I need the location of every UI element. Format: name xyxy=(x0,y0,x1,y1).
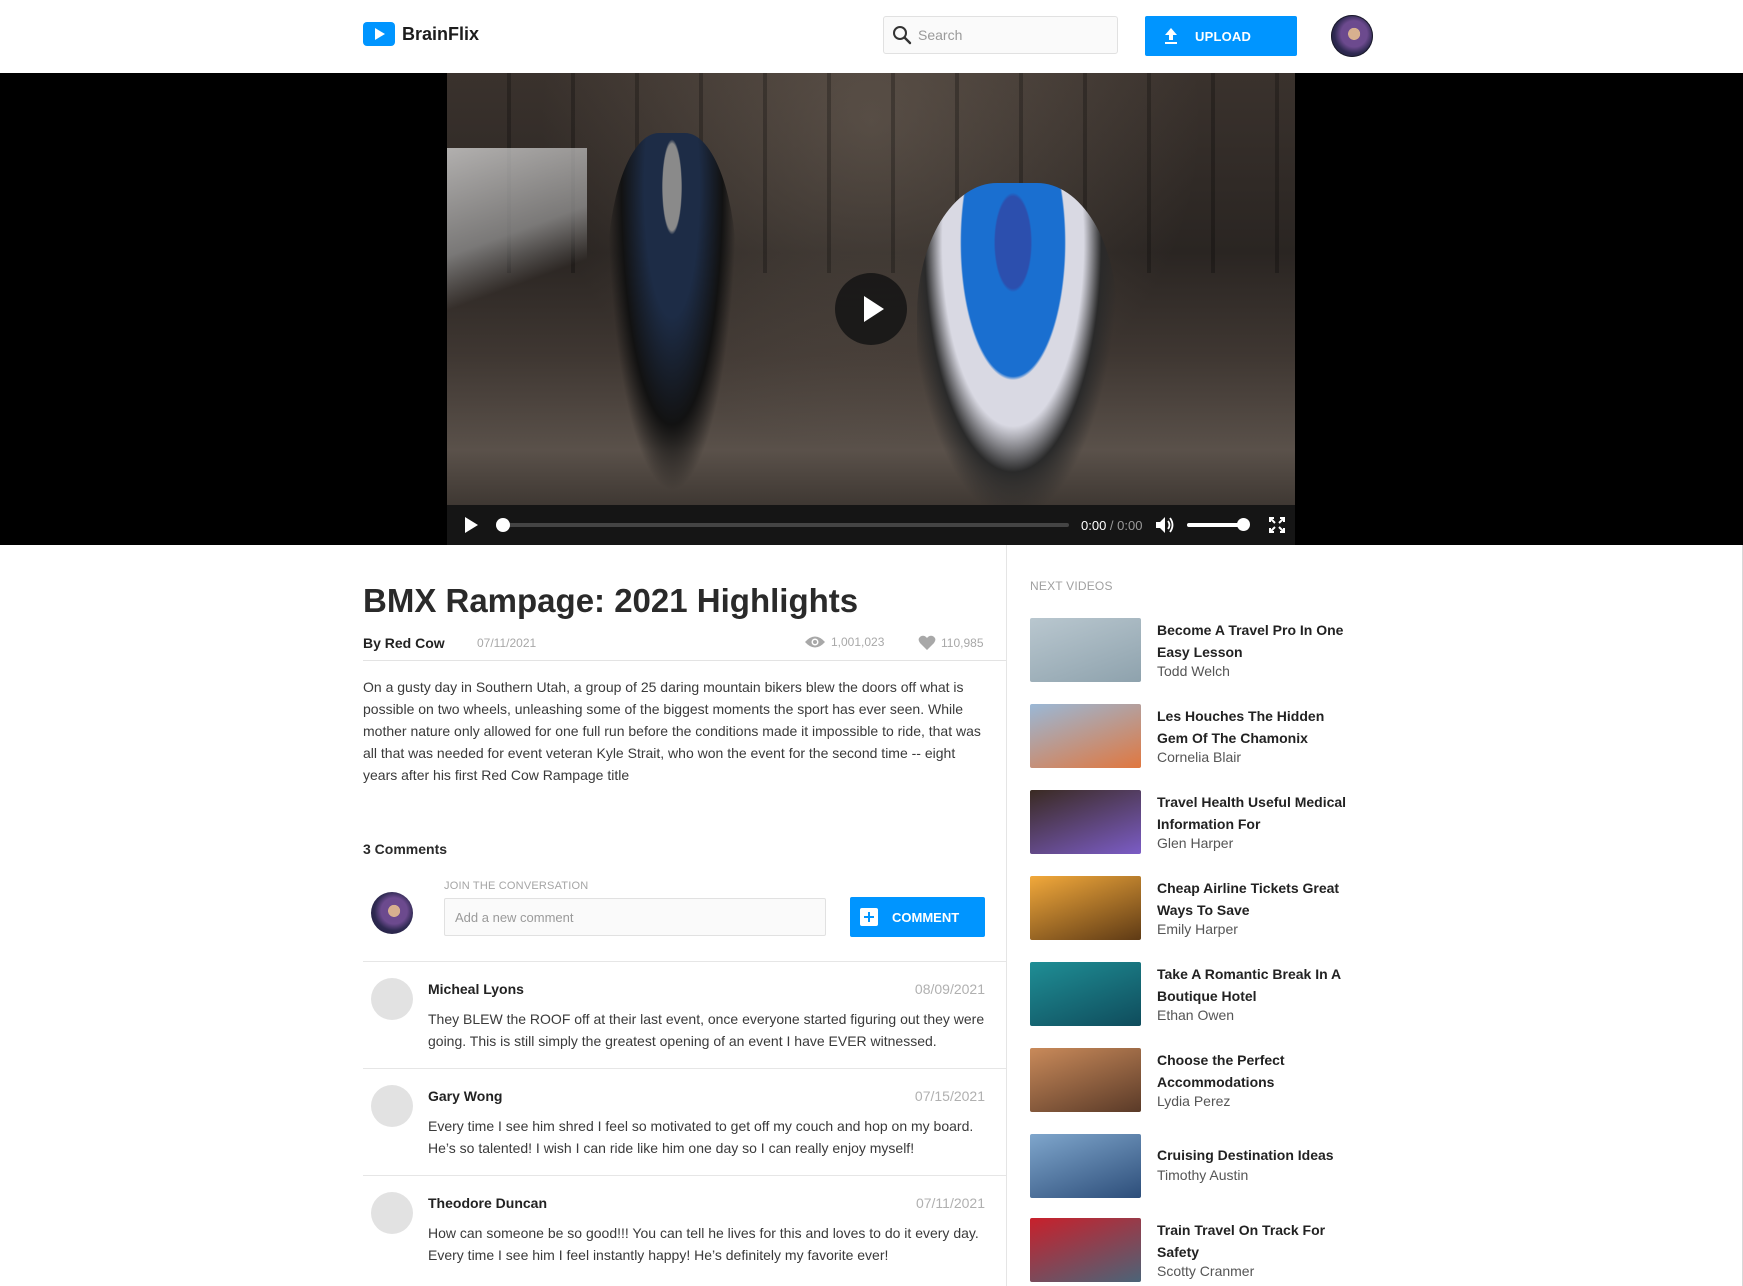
video-frame-ramp xyxy=(447,148,587,368)
next-video-title[interactable]: Train Travel On Track For Safety xyxy=(1157,1219,1347,1263)
fullscreen-icon[interactable] xyxy=(1269,517,1285,533)
video-player[interactable]: 0:00 / 0:00 xyxy=(447,73,1295,545)
next-videos-heading: NEXT VIDEOS xyxy=(1030,579,1113,593)
video-date: 07/11/2021 xyxy=(477,636,537,650)
time-display: 0:00 / 0:00 xyxy=(1081,518,1151,533)
commenter-avatar xyxy=(371,1085,413,1127)
next-video-author: Ethan Owen xyxy=(1157,1007,1235,1023)
next-video-item[interactable]: Train Travel On Track For Safety Scotty … xyxy=(1030,1218,1350,1284)
next-video-author: Glen Harper xyxy=(1157,835,1234,851)
commenter-avatar xyxy=(371,1192,413,1234)
play-icon[interactable] xyxy=(465,517,479,533)
upload-icon xyxy=(1165,28,1177,44)
next-video-item[interactable]: Take A Romantic Break In A Boutique Hote… xyxy=(1030,962,1350,1028)
video-thumbnail[interactable] xyxy=(1030,618,1141,682)
next-video-title[interactable]: Become A Travel Pro In One Easy Lesson xyxy=(1157,619,1347,663)
video-thumbnail[interactable] xyxy=(1030,1134,1141,1198)
video-thumbnail[interactable] xyxy=(1030,790,1141,854)
search-icon xyxy=(893,26,912,45)
time-duration: 0:00 xyxy=(1117,517,1143,533)
next-video-title[interactable]: Cruising Destination Ideas xyxy=(1157,1144,1347,1166)
progress-bar[interactable] xyxy=(496,518,1069,532)
views-count: 1,001,023 xyxy=(804,635,884,649)
commenter-avatar xyxy=(371,978,413,1020)
commenter-name: Micheal Lyons xyxy=(428,981,524,997)
big-play-button[interactable] xyxy=(835,273,907,345)
video-description: On a gusty day in Southern Utah, a group… xyxy=(363,679,981,783)
comment-item: Theodore Duncan 07/11/2021 How can someo… xyxy=(363,1175,1006,1282)
video-thumbnail[interactable] xyxy=(1030,876,1141,940)
time-current: 0:00 xyxy=(1081,517,1107,533)
site-header: BrainFlix UPLOAD xyxy=(0,0,1743,73)
next-video-title[interactable]: Cheap Airline Tickets Great Ways To Save xyxy=(1157,877,1347,921)
commenter-name: Gary Wong xyxy=(428,1088,503,1104)
video-title: BMX Rampage: 2021 Highlights xyxy=(363,582,859,619)
next-video-author: Emily Harper xyxy=(1157,921,1238,937)
video-thumbnail[interactable] xyxy=(1030,704,1141,768)
column-divider xyxy=(1006,545,1007,1286)
comment-button[interactable]: COMMENT xyxy=(850,897,985,937)
next-video-title[interactable]: Les Houches The Hidden Gem Of The Chamon… xyxy=(1157,705,1347,749)
commenter-name: Theodore Duncan xyxy=(428,1195,548,1211)
upload-label: UPLOAD xyxy=(1195,28,1252,44)
time-separator: / xyxy=(1106,517,1118,533)
views-value: 1,001,023 xyxy=(831,635,885,649)
next-video-item[interactable]: Become A Travel Pro In One Easy Lesson T… xyxy=(1030,618,1350,684)
next-video-title[interactable]: Take A Romantic Break In A Boutique Hote… xyxy=(1157,963,1347,1007)
next-video-author: Scotty Cranmer xyxy=(1157,1263,1255,1279)
search-input[interactable] xyxy=(918,27,1108,43)
views-icon xyxy=(805,636,825,648)
video-frame-rider-right xyxy=(917,183,1117,513)
video-stage: 0:00 / 0:00 xyxy=(0,73,1743,545)
next-video-author: Todd Welch xyxy=(1157,663,1230,679)
comment-item: Micheal Lyons 08/09/2021 They BLEW the R… xyxy=(363,961,1006,1068)
video-thumbnail[interactable] xyxy=(1030,1048,1141,1112)
next-video-item[interactable]: Cheap Airline Tickets Great Ways To Save… xyxy=(1030,876,1350,942)
play-logo-icon xyxy=(363,22,395,46)
video-frame-rider-left xyxy=(607,133,737,493)
comment-date: 08/09/2021 xyxy=(914,981,985,997)
next-video-author: Timothy Austin xyxy=(1157,1167,1249,1183)
comment-text: How can someone be so good!!! You can te… xyxy=(428,1225,979,1263)
video-author: By Red Cow xyxy=(363,635,445,651)
next-video-title[interactable]: Choose the Perfect Accommodations xyxy=(1157,1049,1347,1093)
volume-knob[interactable] xyxy=(1237,518,1250,531)
volume-slider[interactable] xyxy=(1187,518,1250,531)
brand-name: BrainFlix xyxy=(402,23,480,44)
comment-date: 07/15/2021 xyxy=(914,1088,985,1104)
search-box[interactable] xyxy=(883,16,1118,54)
meta-divider xyxy=(363,660,1006,661)
next-video-item[interactable]: Travel Health Useful Medical Information… xyxy=(1030,790,1350,856)
next-video-item[interactable]: Cruising Destination Ideas Timothy Austi… xyxy=(1030,1134,1350,1200)
brand-logo[interactable]: BrainFlix xyxy=(363,22,479,46)
next-video-item[interactable]: Les Houches The Hidden Gem Of The Chamon… xyxy=(1030,704,1350,770)
next-video-title[interactable]: Travel Health Useful Medical Information… xyxy=(1157,791,1347,835)
comment-button-label: COMMENT xyxy=(892,909,960,925)
upload-button[interactable]: UPLOAD xyxy=(1145,16,1297,56)
comment-input[interactable] xyxy=(444,898,826,936)
comment-text: They BLEW the ROOF off at their last eve… xyxy=(428,1011,985,1049)
video-meta: By Red Cow 07/11/2021 1,001,023 110,985 xyxy=(363,635,985,655)
user-avatar[interactable] xyxy=(1331,15,1373,57)
current-user-avatar xyxy=(371,892,413,934)
player-controls: 0:00 / 0:00 xyxy=(447,505,1295,545)
next-video-author: Lydia Perez xyxy=(1157,1093,1231,1109)
likes-count[interactable]: 110,985 xyxy=(918,635,984,651)
add-comment-icon xyxy=(860,908,878,926)
heart-icon xyxy=(918,635,936,650)
progress-scrubber[interactable] xyxy=(496,518,510,532)
video-thumbnail[interactable] xyxy=(1030,1218,1141,1282)
next-video-item[interactable]: Choose the Perfect Accommodations Lydia … xyxy=(1030,1048,1350,1114)
likes-value: 110,985 xyxy=(941,636,984,650)
video-thumbnail[interactable] xyxy=(1030,962,1141,1026)
next-video-author: Cornelia Blair xyxy=(1157,749,1242,765)
comment-text: Every time I see him shred I feel so mot… xyxy=(428,1118,974,1156)
join-conversation-label: JOIN THE CONVERSATION xyxy=(444,880,589,892)
comment-date: 07/11/2021 xyxy=(915,1195,985,1211)
comment-item: Gary Wong 07/15/2021 Every time I see hi… xyxy=(363,1068,1006,1175)
comments-count: 3 Comments xyxy=(363,841,448,857)
volume-icon[interactable] xyxy=(1155,516,1175,534)
